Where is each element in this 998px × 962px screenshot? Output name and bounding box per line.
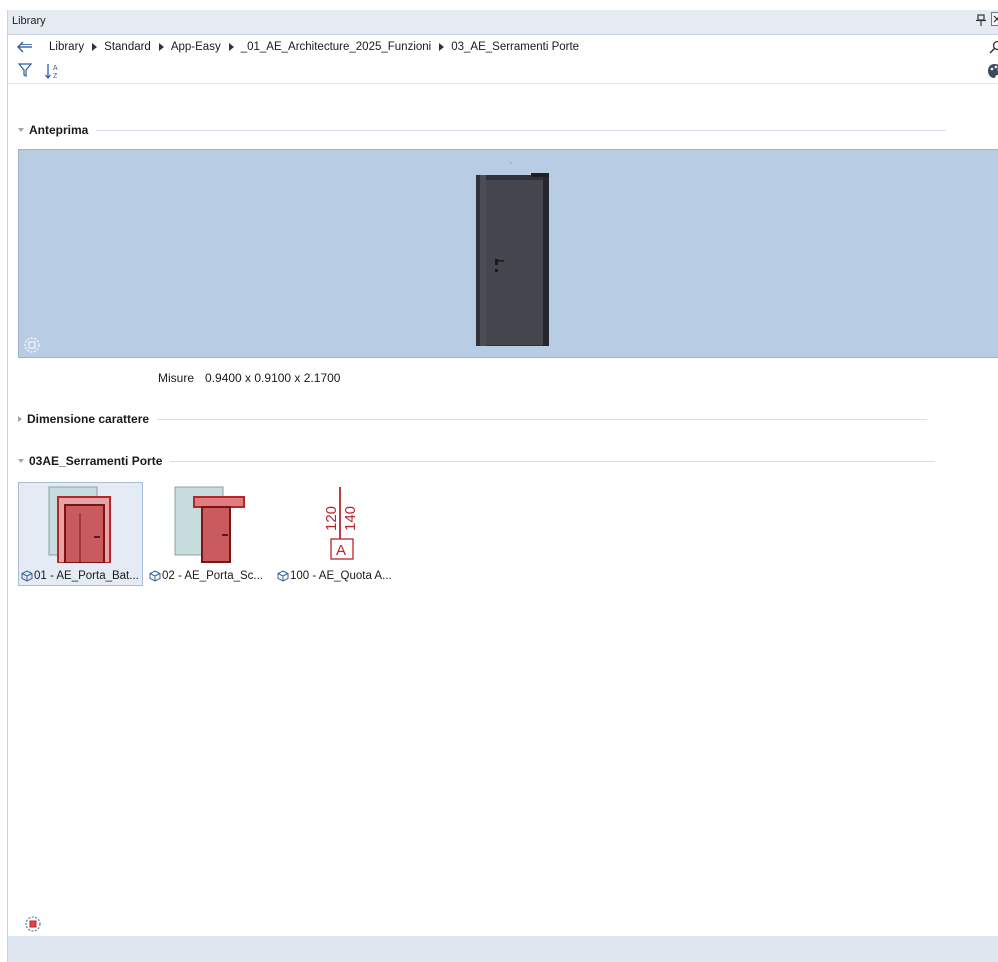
item-caption: 100 - AE_Quota A... xyxy=(277,570,392,582)
filter-icon[interactable] xyxy=(18,63,32,77)
item-grid: 01 - AE_Porta_Bat... 02 - AE_Porta_Sc... xyxy=(18,482,399,586)
door-preview xyxy=(476,162,549,346)
breadcrumb-architecture[interactable]: _01_AE_Architecture_2025_Funzioni xyxy=(241,41,432,53)
close-button[interactable] xyxy=(991,12,998,26)
breadcrumb-app-easy[interactable]: App-Easy xyxy=(171,41,221,53)
back-arrow-icon[interactable] xyxy=(17,41,33,53)
chevron-right-icon[interactable] xyxy=(92,43,98,51)
object-cube-icon xyxy=(149,570,161,582)
collapse-triangle-icon[interactable] xyxy=(18,128,24,132)
measure-value: 0.9400 x 0.9100 x 2.1700 xyxy=(205,371,341,385)
breadcrumb-serramenti[interactable]: 03_AE_Serramenti Porte xyxy=(451,41,579,53)
chevron-right-icon[interactable] xyxy=(439,43,445,51)
sort-az-icon[interactable]: A Z xyxy=(44,62,62,80)
section-dimensione-label: Dimensione carattere xyxy=(27,412,150,426)
quota-value-a: 120 xyxy=(323,506,340,531)
library-item[interactable]: 02 - AE_Porta_Sc... xyxy=(146,482,271,586)
divider xyxy=(157,418,928,420)
svg-text:A: A xyxy=(53,65,58,72)
svg-text:Z: Z xyxy=(53,73,58,80)
section-serramenti[interactable]: 03AE_Serramenti Porte xyxy=(18,453,936,469)
section-anteprima[interactable]: Anteprima xyxy=(18,122,947,138)
library-item[interactable]: 01 - AE_Porta_Bat... xyxy=(18,482,143,586)
object-cube-icon xyxy=(277,570,289,582)
item-label: 100 - AE_Quota A... xyxy=(290,570,392,582)
pin-icon[interactable] xyxy=(975,13,987,27)
expand-triangle-icon[interactable] xyxy=(18,416,22,422)
breadcrumb: Library Standard App-Easy _01_AE_Archite… xyxy=(49,41,579,53)
title-bar: Library xyxy=(8,10,998,35)
sliding-door-thumb xyxy=(174,486,245,563)
divider xyxy=(96,129,947,131)
door-swing-thumb xyxy=(48,486,111,563)
palette-icon[interactable] xyxy=(987,63,998,79)
item-label: 01 - AE_Porta_Bat... xyxy=(34,570,139,582)
measure-row: Misure 0.9400 x 0.9100 x 2.1700 xyxy=(158,371,340,385)
path-bar: Library Standard App-Easy _01_AE_Archite… xyxy=(8,35,998,59)
section-serramenti-label: 03AE_Serramenti Porte xyxy=(29,454,163,468)
breadcrumb-library[interactable]: Library xyxy=(49,41,84,53)
collapse-triangle-icon[interactable] xyxy=(18,459,24,463)
quota-letter: A xyxy=(336,542,346,559)
library-item[interactable]: 120 140 A 100 - AE_Quota A... xyxy=(274,482,399,586)
quota-thumb: 120 140 A xyxy=(323,487,359,560)
item-caption: 02 - AE_Porta_Sc... xyxy=(149,570,263,582)
chevron-right-icon[interactable] xyxy=(228,43,234,51)
measure-label: Misure xyxy=(158,371,195,385)
item-label: 02 - AE_Porta_Sc... xyxy=(162,570,264,582)
toolbar: A Z xyxy=(8,59,998,84)
item-caption: 01 - AE_Porta_Bat... xyxy=(21,570,139,582)
search-icon[interactable] xyxy=(989,40,998,54)
window-title: Library xyxy=(12,15,46,27)
viewcube-icon[interactable] xyxy=(25,916,41,932)
chevron-right-icon[interactable] xyxy=(158,43,164,51)
divider xyxy=(170,460,936,462)
breadcrumb-standard[interactable]: Standard xyxy=(104,41,151,53)
preview-viewport[interactable] xyxy=(18,149,998,358)
status-bar xyxy=(8,936,998,962)
close-icon xyxy=(993,15,998,23)
library-panel: Library Library Standard App-Easy _01_AE… xyxy=(7,10,998,962)
quota-value-b: 140 xyxy=(342,506,359,531)
object-cube-icon xyxy=(21,570,33,582)
section-anteprima-label: Anteprima xyxy=(29,123,89,137)
viewcube-icon[interactable] xyxy=(24,337,40,353)
section-dimensione-carattere[interactable]: Dimensione carattere xyxy=(18,411,928,427)
